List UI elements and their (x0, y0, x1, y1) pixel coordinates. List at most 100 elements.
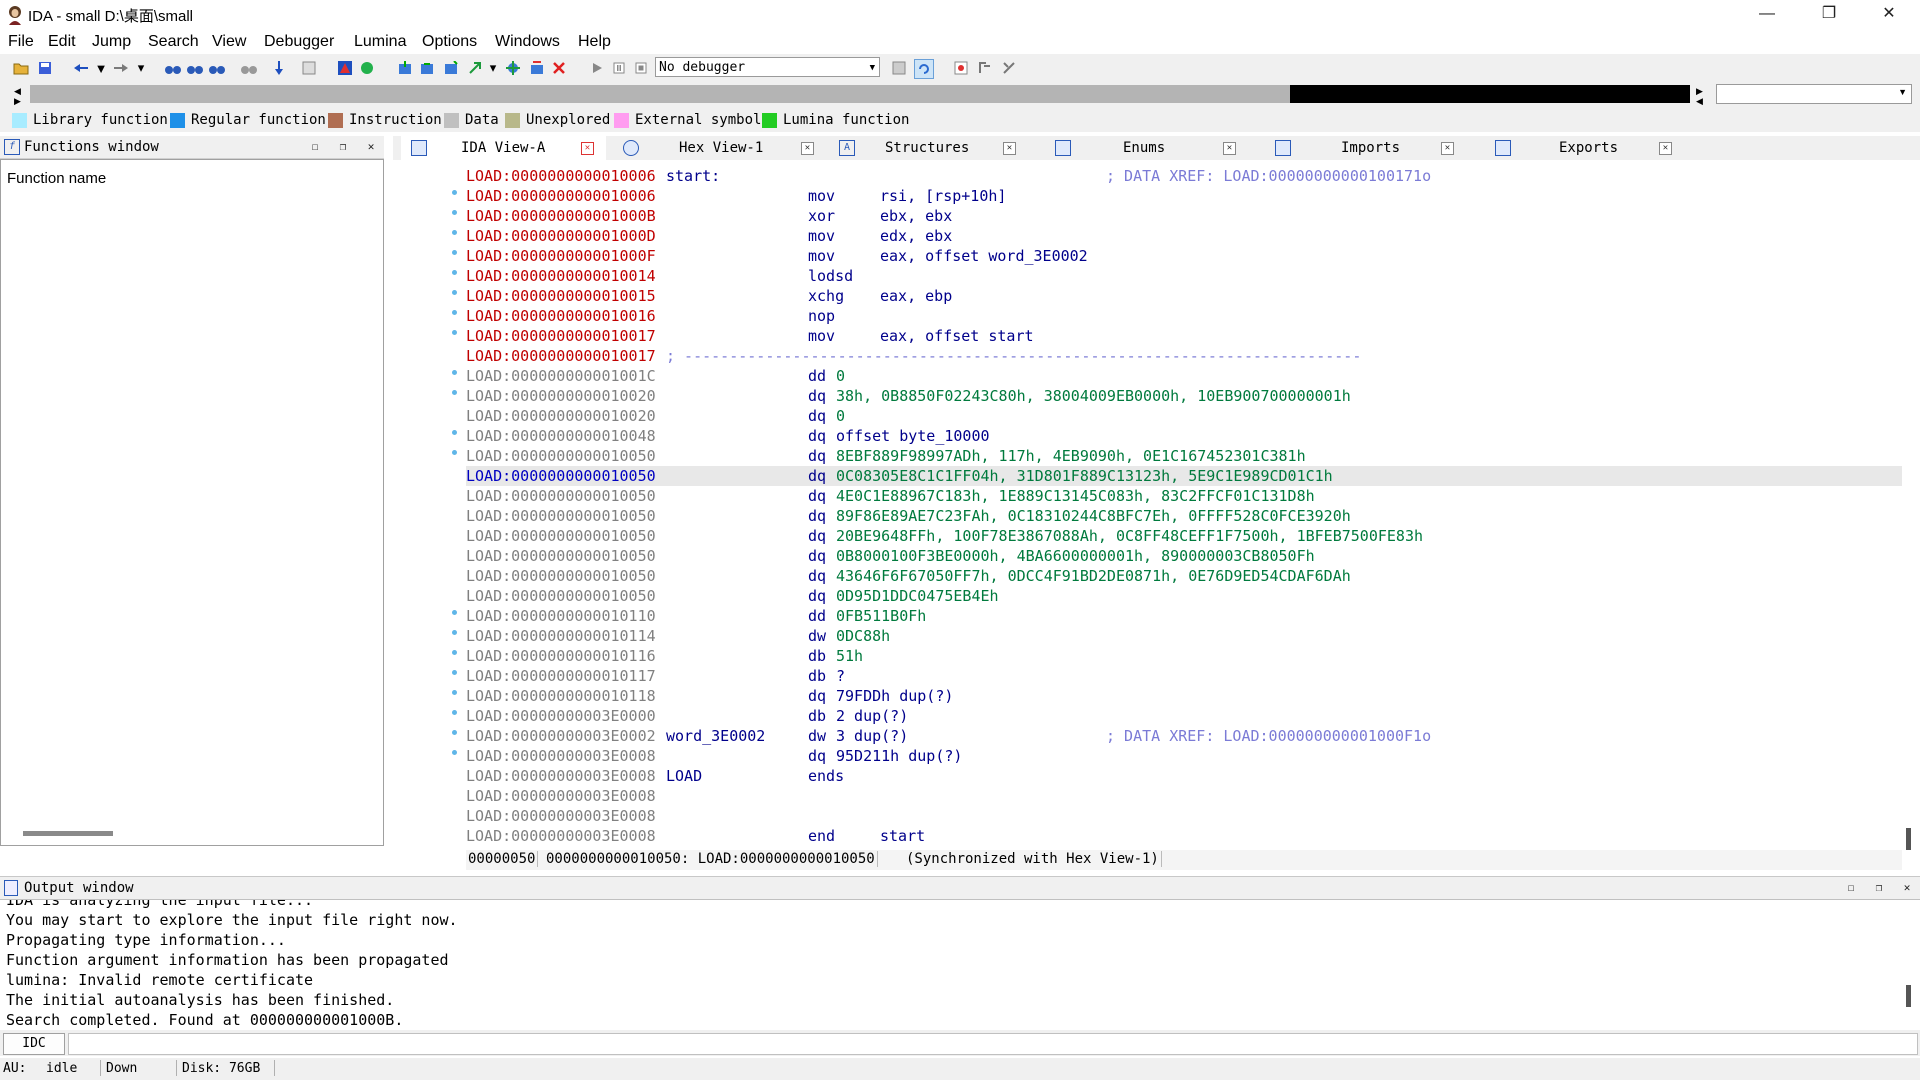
debugger-options-icon[interactable] (890, 59, 908, 77)
xref-comment[interactable]: ; DATA XREF: LOAD:000000000001000F1o (1106, 726, 1431, 746)
stop-icon[interactable] (632, 59, 650, 77)
jump-down-arrow-icon[interactable] (270, 59, 288, 77)
disassembly-line[interactable]: LOAD:0000000000010050 dq 0B8000100F3BE0000… (466, 546, 1315, 566)
disassembly-line[interactable]: LOAD:0000000000010016 nop (466, 306, 835, 326)
search-binoculars-icon[interactable] (164, 59, 182, 77)
search-next-icon[interactable] (240, 59, 258, 77)
close-icon[interactable]: ✕ (1003, 142, 1016, 155)
arrow-dropdown-icon[interactable]: ▾ (484, 59, 502, 77)
nav-segment-combo[interactable]: ▼ (1716, 84, 1912, 104)
nav-band-data-region[interactable] (30, 85, 1290, 103)
disassembly-line[interactable]: LOAD:00000000003E0008 LOAD ends (466, 766, 844, 786)
idc-command-input[interactable] (68, 1033, 1918, 1055)
arrow-green-icon[interactable] (466, 59, 484, 77)
tab-imports[interactable]: Imports ✕ (1275, 136, 1485, 160)
disassembly-line[interactable]: LOAD:0000000000010017 mov eax, offset star… (466, 326, 1034, 346)
xref-comment[interactable]: ; DATA XREF: LOAD:00000000000100171o (1106, 166, 1431, 186)
tab-enums[interactable]: Enums ✕ (1055, 136, 1265, 160)
disassembly-line[interactable]: LOAD:0000000000010006 start: ; DATA XREF: … (466, 166, 1431, 186)
close-icon[interactable]: ✕ (581, 142, 594, 155)
graph-icon[interactable] (300, 59, 318, 77)
operands[interactable]: 0D95D1DDC0475EB4Eh (836, 586, 999, 606)
open-folder-icon[interactable] (12, 59, 30, 77)
menu-options[interactable]: Options (422, 33, 477, 51)
disassembly-line[interactable]: LOAD:0000000000010020 dq 38h, 0B8850F02243… (466, 386, 1351, 406)
disassembly-line[interactable]: LOAD:0000000000010050 dq 8EBF889F98997ADh,… (466, 446, 1306, 466)
operands[interactable]: ? (836, 666, 845, 686)
menu-help[interactable]: Help (578, 33, 611, 51)
disassembly-line[interactable]: LOAD:0000000000010020 dq 0 (466, 406, 845, 426)
nav-right-arrow-icon[interactable]: ▶ (14, 96, 21, 107)
operands[interactable]: eax, offset start (880, 326, 1034, 346)
tab-structures[interactable]: A Structures ✕ (835, 136, 1045, 160)
disassembly-line[interactable]: LOAD:0000000000010118 dq 79FDDh dup(?) (466, 686, 953, 706)
panel-maximize-icon[interactable]: ☐ (1844, 881, 1858, 895)
search-text-icon[interactable] (186, 59, 204, 77)
close-icon[interactable]: ✕ (1223, 142, 1236, 155)
disassembly-line[interactable]: LOAD:0000000000010006 mov rsi, [rsp+10h] (466, 186, 1006, 206)
operands[interactable]: 95D211h dup(?) (836, 746, 962, 766)
operands[interactable]: 2 dup(?) (836, 706, 908, 726)
disassembly-line[interactable]: LOAD:000000000001000F mov eax, offset word… (466, 246, 1088, 266)
idc-language-button[interactable]: IDC (3, 1033, 65, 1055)
disassembly-line[interactable]: LOAD:00000000003E0008 (466, 786, 656, 806)
operands[interactable]: 8EBF889F98997ADh, 117h, 4EB9090h, 0E1C16… (836, 446, 1306, 466)
disassembly-line[interactable]: LOAD:0000000000010050 dq 4E0C1E88967C183h,… (466, 486, 1315, 506)
menu-file[interactable]: File (8, 33, 34, 51)
code-label[interactable]: word_3E0002 (666, 726, 765, 746)
panel-float-icon[interactable]: ❐ (1872, 881, 1886, 895)
add-segment-icon[interactable] (418, 59, 436, 77)
operands[interactable]: 0 (836, 406, 845, 426)
operands[interactable]: 20BE9648FFh, 100F78E3867088Ah, 0C8FF48CE… (836, 526, 1423, 546)
delete-x-icon[interactable] (550, 59, 568, 77)
disassembly-line[interactable]: LOAD:00000000003E0008 end start (466, 826, 925, 846)
disassembly-line[interactable]: LOAD:0000000000010050 dq 0D95D1DDC0475EB4E… (466, 586, 999, 606)
functions-list[interactable]: Function name (0, 159, 384, 846)
operands[interactable]: 3 dup(?) (836, 726, 908, 746)
search-immediate-icon[interactable] (208, 59, 226, 77)
disassembly-line[interactable]: LOAD:0000000000010050 dq 20BE9648FFh, 100F… (466, 526, 1423, 546)
disassembly-line[interactable]: LOAD:000000000001001C dd 0 (466, 366, 845, 386)
output-log[interactable]: IDA is analyzing the input file... You m… (0, 899, 1920, 1031)
plugin-icon[interactable] (504, 59, 522, 77)
nav-band-unexplored-region[interactable] (1290, 85, 1690, 103)
close-icon[interactable]: ✕ (1441, 142, 1454, 155)
menu-debugger[interactable]: Debugger (264, 33, 334, 51)
disassembly-scrollbar[interactable] (1906, 828, 1911, 850)
panel-maximize-icon[interactable]: ☐ (308, 140, 322, 154)
disassembly-line[interactable]: LOAD:0000000000010050 dq 0C08305E8C1C1FF04… (466, 466, 1333, 486)
sync-icon[interactable] (914, 59, 934, 79)
close-icon[interactable]: ✕ (801, 142, 814, 155)
minimize-button[interactable]: — (1744, 0, 1790, 30)
tab-ida-view-a[interactable]: IDA View-A ✕ (401, 136, 606, 160)
disassembly-line[interactable]: LOAD:0000000000010015 xchg eax, ebp (466, 286, 952, 306)
operands[interactable]: start (880, 826, 925, 846)
menu-search[interactable]: Search (148, 33, 199, 51)
tab-exports[interactable]: Exports ✕ (1495, 136, 1705, 160)
structure-icon[interactable] (528, 59, 546, 77)
disassembly-line[interactable]: LOAD:0000000000010050 dq 43646F6F67050FF7h… (466, 566, 1351, 586)
panel-close-icon[interactable]: ✕ (1900, 881, 1914, 895)
menu-view[interactable]: View (212, 33, 246, 51)
disassembly-line[interactable]: LOAD:0000000000010116 db 51h (466, 646, 863, 666)
disassembly-line[interactable]: LOAD:00000000003E0000 db 2 dup(?) (466, 706, 908, 726)
operands[interactable]: 0C08305E8C1C1FF04h, 31D801F889C13123h, 5… (836, 466, 1333, 486)
operands[interactable]: 38h, 0B8850F02243C80h, 38004009EB0000h, … (836, 386, 1351, 406)
analysis-state-icon[interactable] (358, 59, 376, 77)
operands[interactable]: ebx, ebx (880, 206, 952, 226)
panel-float-icon[interactable]: ❐ (336, 140, 350, 154)
restore-button[interactable]: ❐ (1806, 0, 1852, 30)
disassembly-line[interactable]: LOAD:00000000003E0002 word_3E0002 dw 3 dup(… (466, 726, 1431, 746)
create-function-icon[interactable] (396, 59, 414, 77)
operands[interactable]: 0FB511B0Fh (836, 606, 926, 626)
operands[interactable]: 0 (836, 366, 845, 386)
edit-function-icon[interactable] (442, 59, 460, 77)
pause-icon[interactable] (610, 59, 628, 77)
operands[interactable]: 79FDDh dup(?) (836, 686, 953, 706)
play-icon[interactable] (588, 59, 606, 77)
breakpoint-list-icon[interactable] (952, 59, 970, 77)
disassembly-line[interactable]: LOAD:0000000000010114 dw 0DC88h (466, 626, 890, 646)
disassembly-line[interactable]: LOAD:0000000000010017 ; -----------------… (466, 346, 1361, 366)
close-icon[interactable]: ✕ (1659, 142, 1672, 155)
code-label[interactable]: LOAD (666, 766, 702, 786)
